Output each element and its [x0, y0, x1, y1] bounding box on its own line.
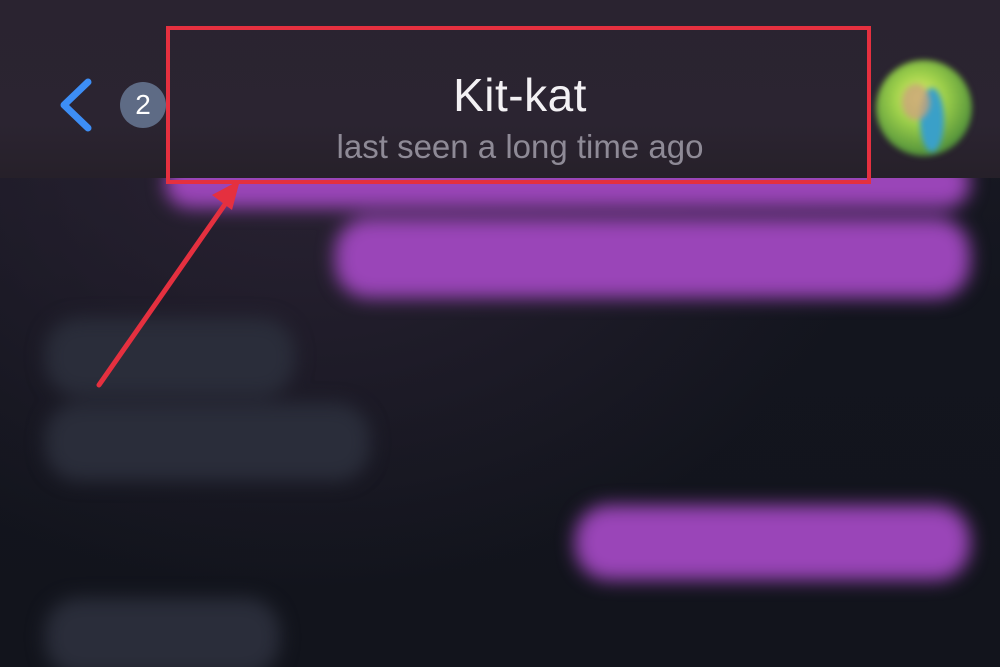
- message-bubble-outgoing[interactable]: [575, 505, 970, 580]
- chat-screen: 2 Kit-kat last seen a long time ago: [0, 0, 1000, 667]
- message-bubble-incoming[interactable]: [45, 318, 295, 396]
- message-bubble-incoming[interactable]: [45, 598, 280, 667]
- chat-title-block[interactable]: Kit-kat last seen a long time ago: [180, 40, 860, 170]
- contact-last-seen-status: last seen a long time ago: [336, 128, 704, 165]
- back-button[interactable]: [50, 70, 100, 140]
- unread-count-badge: 2: [120, 82, 166, 128]
- chevron-left-icon: [60, 78, 92, 132]
- message-list: [0, 158, 1000, 667]
- message-bubble-outgoing[interactable]: [335, 218, 970, 298]
- contact-name: Kit-kat: [453, 69, 587, 121]
- avatar-image: [876, 60, 972, 156]
- message-bubble-incoming[interactable]: [45, 403, 370, 481]
- contact-avatar[interactable]: [876, 60, 972, 156]
- chat-header: 2 Kit-kat last seen a long time ago: [0, 0, 1000, 178]
